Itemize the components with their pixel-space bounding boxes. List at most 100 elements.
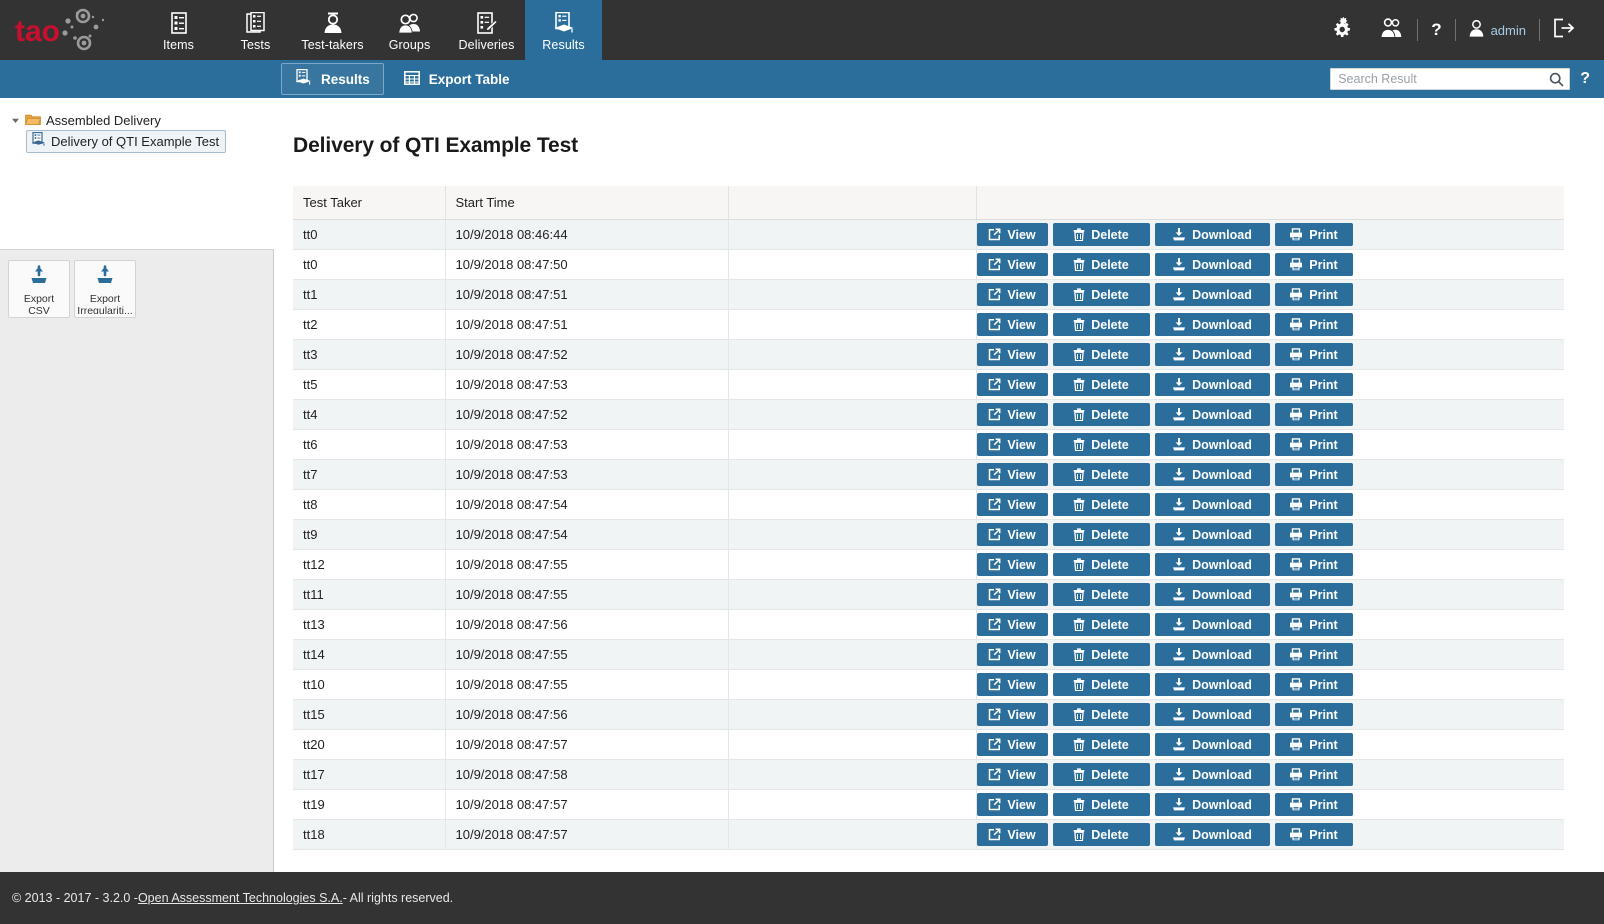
footer-link[interactable]: Open Assessment Technologies S.A.	[138, 891, 343, 905]
delete-button[interactable]: Delete	[1053, 283, 1150, 306]
nav-item-results[interactable]: Results	[525, 0, 602, 60]
search-icon[interactable]	[1549, 72, 1564, 92]
delete-button[interactable]: Delete	[1053, 763, 1150, 786]
delete-button[interactable]: Delete	[1053, 373, 1150, 396]
delete-button[interactable]: Delete	[1053, 703, 1150, 726]
export-table-button[interactable]: Export Table	[390, 64, 524, 95]
download-button[interactable]: Download	[1155, 583, 1270, 606]
print-button[interactable]: Print	[1275, 583, 1353, 606]
print-button[interactable]: Print	[1275, 793, 1353, 816]
print-button[interactable]: Print	[1275, 703, 1353, 726]
tao-logo[interactable]: tao	[0, 0, 130, 60]
delete-button[interactable]: Delete	[1053, 643, 1150, 666]
download-button[interactable]: Download	[1155, 523, 1270, 546]
download-button[interactable]: Download	[1155, 253, 1270, 276]
export-csv-button[interactable]: Export CSV	[8, 260, 70, 318]
view-button[interactable]: View	[977, 793, 1048, 816]
view-button[interactable]: View	[977, 433, 1048, 456]
download-button[interactable]: Download	[1155, 733, 1270, 756]
print-button[interactable]: Print	[1275, 763, 1353, 786]
view-button[interactable]: View	[977, 493, 1048, 516]
view-button[interactable]: View	[977, 343, 1048, 366]
print-button[interactable]: Print	[1275, 823, 1353, 846]
delete-button[interactable]: Delete	[1053, 523, 1150, 546]
delete-button[interactable]: Delete	[1053, 583, 1150, 606]
user-management-button[interactable]	[1367, 0, 1417, 60]
download-button[interactable]: Download	[1155, 673, 1270, 696]
chevron-down-icon[interactable]	[10, 116, 20, 125]
nav-item-test-takers[interactable]: Test-takers	[294, 0, 371, 60]
delete-button[interactable]: Delete	[1053, 733, 1150, 756]
view-button[interactable]: View	[977, 223, 1048, 246]
download-button[interactable]: Download	[1155, 553, 1270, 576]
delete-button[interactable]: Delete	[1053, 493, 1150, 516]
search-box[interactable]	[1330, 68, 1570, 90]
delete-button[interactable]: Delete	[1053, 253, 1150, 276]
user-menu[interactable]: admin	[1456, 20, 1539, 40]
export-irregularities-button[interactable]: Export Irregulariti...	[74, 260, 136, 318]
view-button[interactable]: View	[977, 703, 1048, 726]
download-button[interactable]: Download	[1155, 793, 1270, 816]
download-button[interactable]: Download	[1155, 373, 1270, 396]
delete-button[interactable]: Delete	[1053, 433, 1150, 456]
download-button[interactable]: Download	[1155, 493, 1270, 516]
view-button[interactable]: View	[977, 673, 1048, 696]
print-button[interactable]: Print	[1275, 493, 1353, 516]
nav-item-items[interactable]: Items	[140, 0, 217, 60]
print-button[interactable]: Print	[1275, 523, 1353, 546]
print-button[interactable]: Print	[1275, 553, 1353, 576]
delete-button[interactable]: Delete	[1053, 403, 1150, 426]
delete-button[interactable]: Delete	[1053, 823, 1150, 846]
print-button[interactable]: Print	[1275, 433, 1353, 456]
print-button[interactable]: Print	[1275, 223, 1353, 246]
toolbar-help-icon[interactable]: ?	[1580, 70, 1590, 88]
tree-item-delivery-of-qti-example-test[interactable]: Delivery of QTI Example Test	[0, 131, 274, 152]
print-button[interactable]: Print	[1275, 373, 1353, 396]
print-button[interactable]: Print	[1275, 613, 1353, 636]
print-button[interactable]: Print	[1275, 673, 1353, 696]
print-button[interactable]: Print	[1275, 643, 1353, 666]
nav-item-groups[interactable]: Groups	[371, 0, 448, 60]
delete-button[interactable]: Delete	[1053, 793, 1150, 816]
download-button[interactable]: Download	[1155, 283, 1270, 306]
view-button[interactable]: View	[977, 253, 1048, 276]
print-button[interactable]: Print	[1275, 253, 1353, 276]
delete-button[interactable]: Delete	[1053, 313, 1150, 336]
download-button[interactable]: Download	[1155, 703, 1270, 726]
print-button[interactable]: Print	[1275, 283, 1353, 306]
download-button[interactable]: Download	[1155, 403, 1270, 426]
download-button[interactable]: Download	[1155, 463, 1270, 486]
tab-results[interactable]: Results	[281, 63, 384, 95]
download-button[interactable]: Download	[1155, 313, 1270, 336]
view-button[interactable]: View	[977, 553, 1048, 576]
search-input[interactable]	[1331, 69, 1569, 89]
download-button[interactable]: Download	[1155, 823, 1270, 846]
view-button[interactable]: View	[977, 313, 1048, 336]
print-button[interactable]: Print	[1275, 313, 1353, 336]
view-button[interactable]: View	[977, 763, 1048, 786]
view-button[interactable]: View	[977, 403, 1048, 426]
download-button[interactable]: Download	[1155, 613, 1270, 636]
view-button[interactable]: View	[977, 823, 1048, 846]
settings-button[interactable]	[1317, 0, 1367, 60]
delete-button[interactable]: Delete	[1053, 553, 1150, 576]
logout-button[interactable]	[1540, 0, 1588, 60]
download-button[interactable]: Download	[1155, 643, 1270, 666]
view-button[interactable]: View	[977, 733, 1048, 756]
view-button[interactable]: View	[977, 283, 1048, 306]
download-button[interactable]: Download	[1155, 433, 1270, 456]
download-button[interactable]: Download	[1155, 223, 1270, 246]
print-button[interactable]: Print	[1275, 403, 1353, 426]
column-header-start-time[interactable]: Start Time	[445, 186, 728, 220]
help-button[interactable]: ?	[1418, 0, 1454, 60]
download-button[interactable]: Download	[1155, 763, 1270, 786]
view-button[interactable]: View	[977, 583, 1048, 606]
print-button[interactable]: Print	[1275, 733, 1353, 756]
delete-button[interactable]: Delete	[1053, 613, 1150, 636]
print-button[interactable]: Print	[1275, 343, 1353, 366]
view-button[interactable]: View	[977, 523, 1048, 546]
tree-item-assembled-delivery[interactable]: Assembled Delivery	[0, 110, 274, 131]
delete-button[interactable]: Delete	[1053, 223, 1150, 246]
delete-button[interactable]: Delete	[1053, 673, 1150, 696]
download-button[interactable]: Download	[1155, 343, 1270, 366]
